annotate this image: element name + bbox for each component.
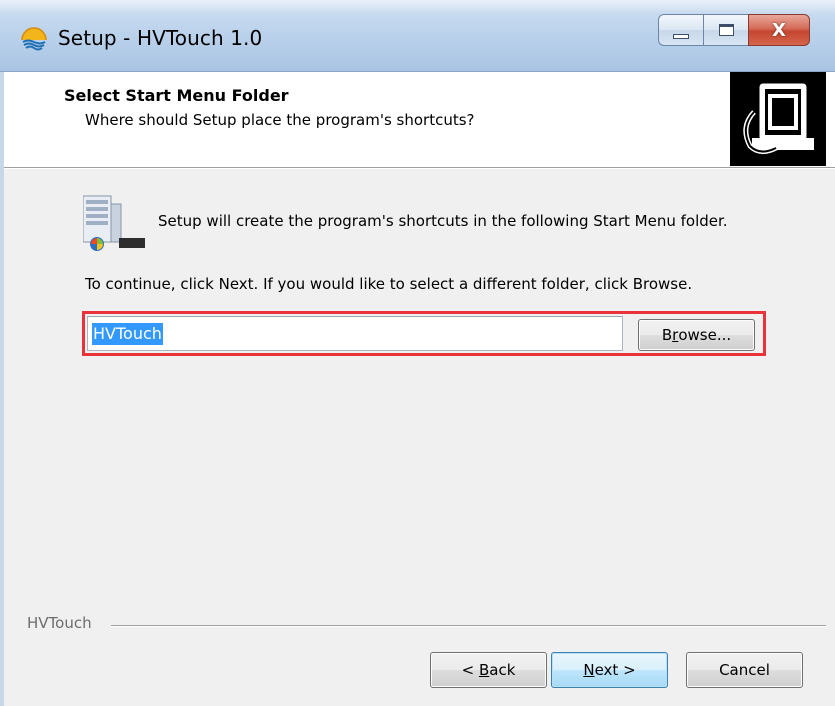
browse-label-pre: B bbox=[661, 326, 673, 344]
page-title: Select Start Menu Folder bbox=[64, 86, 289, 105]
setup-wizard-dialog: Select Start Menu Folder Where should Se… bbox=[0, 72, 835, 706]
back-label-pre: < bbox=[461, 661, 479, 679]
start-menu-folder-icon bbox=[83, 195, 145, 251]
cancel-button[interactable]: Cancel bbox=[686, 652, 803, 688]
next-label-post: ext > bbox=[594, 661, 636, 679]
next-label-accel: N bbox=[583, 661, 595, 679]
computer-setup-icon bbox=[730, 72, 826, 166]
close-icon: X bbox=[772, 19, 786, 41]
instruction-text: To continue, click Next. If you would li… bbox=[85, 275, 693, 293]
window-left-edge bbox=[0, 72, 4, 706]
page-subtitle: Where should Setup place the program's s… bbox=[85, 111, 475, 129]
close-button[interactable]: X bbox=[748, 14, 810, 46]
browse-button[interactable]: Br owse... bbox=[638, 319, 755, 351]
maximize-button[interactable] bbox=[703, 14, 748, 46]
wizard-header: Select Start Menu Folder Where should Se… bbox=[1, 72, 835, 169]
back-button[interactable]: < Back bbox=[430, 652, 547, 688]
minimize-icon bbox=[673, 33, 689, 39]
start-menu-folder-input[interactable]: HVTouch bbox=[87, 316, 623, 351]
info-text: Setup will create the program's shortcut… bbox=[158, 212, 728, 230]
selected-folder-text: HVTouch bbox=[92, 322, 163, 345]
window-controls: X bbox=[658, 14, 810, 48]
cancel-label: Cancel bbox=[719, 661, 770, 679]
back-label-post: ack bbox=[489, 661, 516, 679]
minimize-button[interactable] bbox=[658, 14, 703, 46]
title-bar[interactable]: Setup - HVTouch 1.0 X bbox=[0, 0, 835, 72]
back-label-accel: B bbox=[478, 661, 490, 679]
browse-label-post: owse... bbox=[678, 326, 732, 344]
brand-label: HVTouch bbox=[27, 614, 102, 632]
next-button[interactable]: Next > bbox=[551, 652, 668, 688]
hvtouch-app-icon bbox=[21, 27, 47, 51]
window-title: Setup - HVTouch 1.0 bbox=[58, 26, 263, 50]
maximize-icon bbox=[718, 24, 734, 36]
footer-divider bbox=[111, 625, 826, 627]
